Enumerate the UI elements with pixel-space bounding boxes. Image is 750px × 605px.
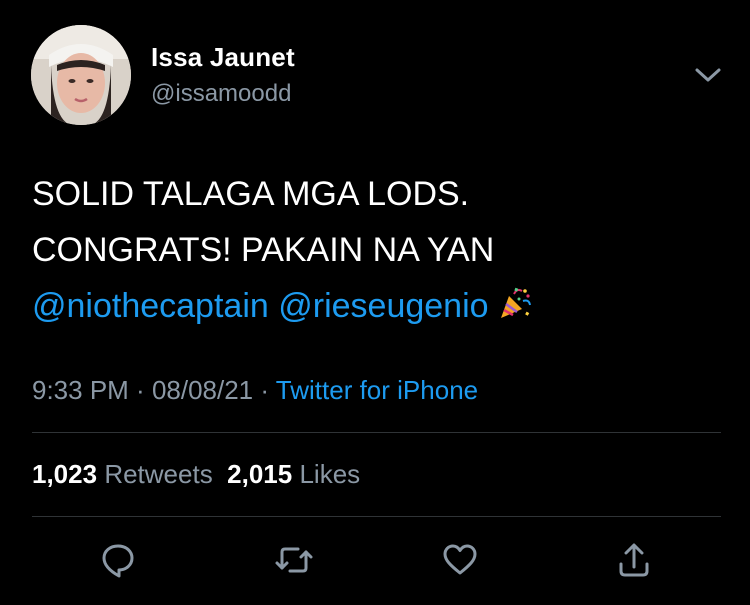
tweet-meta: 9:33 PM · 08/08/21 · Twitter for iPhone bbox=[32, 375, 478, 406]
engagement-stats: 1,023 Retweets 2,015 Likes bbox=[32, 459, 360, 490]
tweet-line: CONGRATS! PAKAIN NA YAN bbox=[32, 231, 495, 269]
tweet-source[interactable]: Twitter for iPhone bbox=[276, 375, 478, 405]
avatar[interactable] bbox=[31, 25, 131, 125]
author-handle[interactable]: @issamoodd bbox=[151, 80, 291, 108]
author-name[interactable]: Issa Jaunet bbox=[151, 42, 295, 73]
retweet-icon[interactable] bbox=[274, 540, 314, 580]
reply-icon[interactable] bbox=[98, 540, 138, 580]
retweets-label: Retweets bbox=[104, 459, 213, 489]
chevron-down-icon[interactable] bbox=[693, 64, 723, 86]
mention-link[interactable]: @rieseugenio bbox=[278, 287, 488, 325]
likes-stat[interactable]: 2,015 Likes bbox=[227, 459, 360, 489]
tweet-line: SOLID TALAGA MGA LODS. bbox=[32, 175, 470, 213]
tweet-mentions-line: @niothecaptain @rieseugenio bbox=[32, 278, 732, 334]
likes-count: 2,015 bbox=[227, 459, 293, 489]
likes-label: Likes bbox=[299, 459, 361, 489]
divider bbox=[32, 516, 721, 517]
tweet-text: SOLID TALAGA MGA LODS. CONGRATS! PAKAIN … bbox=[32, 166, 732, 334]
retweets-stat[interactable]: 1,023 Retweets bbox=[32, 459, 213, 489]
separator: · bbox=[128, 375, 152, 405]
tweet-time[interactable]: 9:33 PM bbox=[32, 375, 129, 405]
like-icon[interactable] bbox=[440, 540, 480, 580]
separator: · bbox=[253, 375, 276, 405]
retweets-count: 1,023 bbox=[32, 459, 98, 489]
share-icon[interactable] bbox=[614, 540, 654, 580]
divider bbox=[32, 432, 721, 433]
party-popper-icon bbox=[497, 282, 533, 318]
tweet-date[interactable]: 08/08/21 bbox=[152, 375, 253, 405]
mention-link[interactable]: @niothecaptain bbox=[32, 287, 269, 325]
